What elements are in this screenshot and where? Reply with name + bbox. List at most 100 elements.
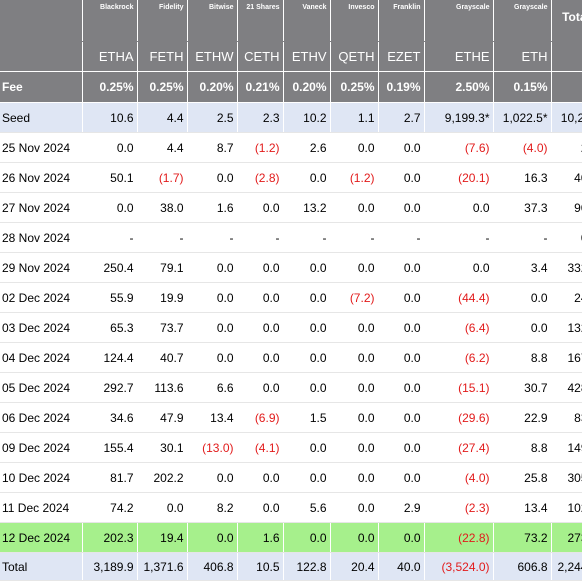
row-label: 26 Nov 2024 [0, 162, 83, 193]
flow-cell: - [330, 222, 379, 253]
flow-cell: 0.0 [378, 522, 425, 553]
flow-cell: 73.7 [137, 312, 188, 343]
flow-cell: - [424, 222, 494, 253]
row-label: 28 Nov 2024 [0, 222, 83, 253]
issuer-name: Bitwise [187, 0, 238, 42]
etf-flows-table: Blackrock Fidelity Bitwise 21 Shares Van… [0, 0, 582, 581]
ticker-header-row: ETHA FETH ETHW CETH ETHV QETH EZET ETHE … [0, 41, 582, 72]
row-total: 24.2 [551, 282, 582, 313]
row-total: 90.1 [551, 192, 582, 223]
flow-cell: 0.0 [137, 492, 188, 523]
row-total: 273.7 [551, 522, 582, 553]
flow-cell: 74.2 [82, 492, 138, 523]
flow-cell: 0.0 [283, 462, 331, 493]
flow-cell: 0.0 [283, 162, 331, 193]
flow-cell: 0.0 [330, 192, 379, 223]
fee-value: 0.19% [378, 71, 425, 103]
ticker-header: ETHE [424, 41, 494, 72]
row-total: 0.0 [551, 222, 582, 253]
flow-cell: (7.6) [424, 132, 494, 163]
flow-cell: (4.0) [424, 462, 494, 493]
flow-cell: 3,189.9 [82, 552, 138, 581]
row-total: 102.0 [551, 492, 582, 523]
flow-cell: 0.0 [187, 342, 238, 373]
issuer-name: Vaneck [283, 0, 331, 42]
table-row: 10 Dec 2024 81.7 202.2 0.0 0.0 0.0 0.0 0.0 (4.0)… [0, 462, 582, 493]
fee-value: 0.21% [237, 71, 284, 103]
table-row: 03 Dec 2024 65.3 73.7 0.0 0.0 0.0 0.0 0.0 (6.4) 0… [0, 312, 582, 343]
flow-cell: 0.0 [378, 162, 425, 193]
flow-cell: - [82, 222, 138, 253]
flow-cell: (13.0) [187, 432, 238, 463]
corner-cell [0, 0, 83, 42]
flow-cell: 1.1 [330, 102, 379, 133]
flow-cell: 40.7 [137, 342, 188, 373]
flow-cell: 0.0 [283, 312, 331, 343]
flow-cell: 2.3 [237, 102, 284, 133]
flow-cell: (20.1) [424, 162, 494, 193]
row-total: 149.8 [551, 432, 582, 463]
flow-cell: 124.4 [82, 342, 138, 373]
flow-cell: 0.0 [237, 312, 284, 343]
ticker-header: ETHV [283, 41, 331, 72]
row-total: 2.9 [551, 132, 582, 163]
flow-cell: (27.4) [424, 432, 494, 463]
flow-cell: 4.4 [137, 102, 188, 133]
flow-cell: - [237, 222, 284, 253]
flow-cell: 0.0 [330, 132, 379, 163]
flow-cell: 0.0 [187, 252, 238, 283]
issuer-name: 21 Shares [237, 0, 284, 42]
flow-cell: 4.4 [137, 132, 188, 163]
flow-cell: 55.9 [82, 282, 138, 313]
issuer-header-row: Blackrock Fidelity Bitwise 21 Shares Van… [0, 0, 582, 42]
flow-cell: 0.0 [378, 402, 425, 433]
flow-cell: 13.4 [187, 402, 238, 433]
flow-cell: 250.4 [82, 252, 138, 283]
table-row: 05 Dec 2024 292.7 113.6 6.6 0.0 0.0 0.0 0.0 (15.… [0, 372, 582, 403]
flow-cell: 0.0 [237, 492, 284, 523]
row-total: 305.7 [551, 462, 582, 493]
flow-cell: 8.7 [187, 132, 238, 163]
flow-cell: 30.7 [493, 372, 552, 403]
flow-cell: 0.0 [82, 192, 138, 223]
flow-cell: 2.7 [378, 102, 425, 133]
flow-cell: 2.6 [283, 132, 331, 163]
flow-cell: 0.0 [330, 402, 379, 433]
row-label: 29 Nov 2024 [0, 252, 83, 283]
flow-cell: (15.1) [424, 372, 494, 403]
flow-cell: (1.2) [330, 162, 379, 193]
table-row: 09 Dec 2024 155.4 30.1 (13.0) (4.1) 0.0 0.0 0.0… [0, 432, 582, 463]
ticker-header: ETHW [187, 41, 238, 72]
flow-cell: (29.6) [424, 402, 494, 433]
flow-cell: 0.0 [330, 342, 379, 373]
ticker-header: ETH [493, 41, 552, 72]
flow-cell: 0.0 [378, 132, 425, 163]
flow-cell: 122.8 [283, 552, 331, 581]
flow-cell: 34.6 [82, 402, 138, 433]
flow-cell: 606.8 [493, 552, 552, 581]
table-row: 12 Dec 2024 202.3 19.4 0.0 1.6 0.0 0.0 0.0 (22.8… [0, 522, 582, 553]
flow-cell: (1.7) [137, 162, 188, 193]
row-label: 02 Dec 2024 [0, 282, 83, 313]
flow-cell: 0.0 [237, 342, 284, 373]
flow-cell: 0.0 [378, 282, 425, 313]
row-total: 167.7 [551, 342, 582, 373]
total-column-header: Total [551, 0, 582, 42]
issuer-name: Franklin [378, 0, 425, 42]
flow-cell: 0.0 [187, 462, 238, 493]
flow-cell: 0.0 [493, 312, 552, 343]
fee-value: 0.25% [330, 71, 379, 103]
flow-cell: 40.0 [378, 552, 425, 581]
flow-cell: 0.0 [237, 462, 284, 493]
table-row: 04 Dec 2024 124.4 40.7 0.0 0.0 0.0 0.0 0.0 (6.2)… [0, 342, 582, 373]
flow-cell: 0.0 [237, 252, 284, 283]
flow-cell: 0.0 [378, 372, 425, 403]
ticker-header: FETH [137, 41, 188, 72]
flow-cell: 19.9 [137, 282, 188, 313]
row-total: 428.5 [551, 372, 582, 403]
flow-cell: 0.0 [187, 282, 238, 313]
table-row: 02 Dec 2024 55.9 19.9 0.0 0.0 0.0 (7.2) 0.0 (44.… [0, 282, 582, 313]
fee-value: 0.25% [82, 71, 138, 103]
flow-cell: (22.8) [424, 522, 494, 553]
flow-cell: 0.0 [330, 522, 379, 553]
